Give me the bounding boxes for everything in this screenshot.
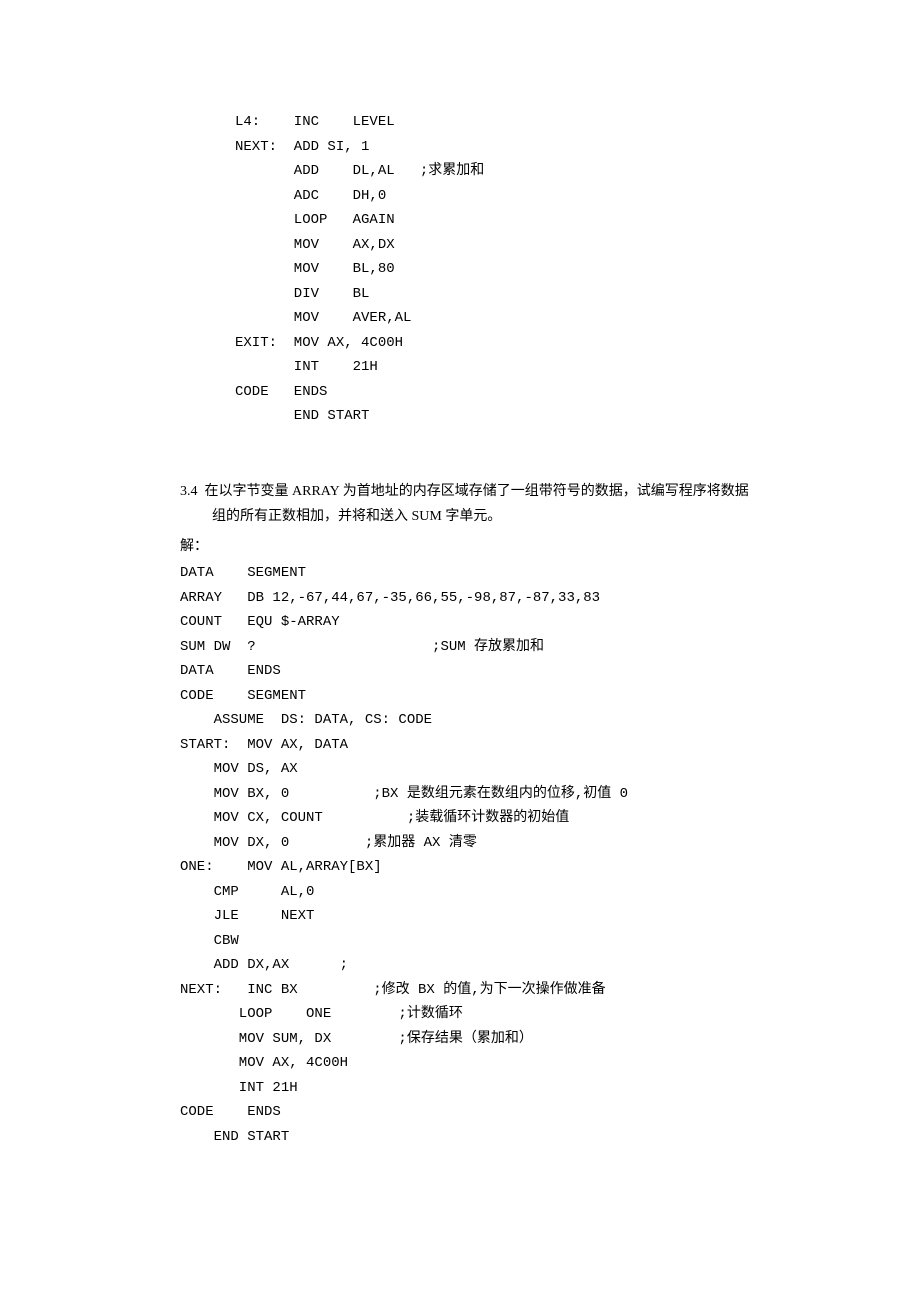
question-text: 3.4 在以字节变量 ARRAY 为首地址的内存区域存储了一组带符号的数据，试编… <box>180 479 760 529</box>
question-number: 3.4 <box>180 484 198 499</box>
code-block-top: L4: INC LEVEL NEXT: ADD SI, 1 ADD DL,AL … <box>235 110 760 429</box>
question-body: 在以字节变量 ARRAY 为首地址的内存区域存储了一组带符号的数据，试编写程序将… <box>205 484 749 524</box>
answer-label: 解： <box>180 534 760 559</box>
code-block-bottom: DATA SEGMENT ARRAY DB 12,-67,44,67,-35,6… <box>180 561 760 1149</box>
question-block: 3.4 在以字节变量 ARRAY 为首地址的内存区域存储了一组带符号的数据，试编… <box>180 479 760 529</box>
